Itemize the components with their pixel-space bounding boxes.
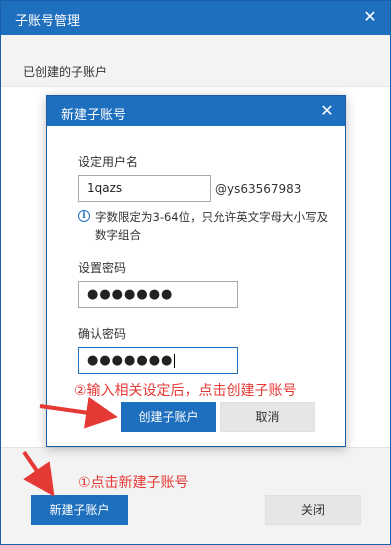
arrow-icon (39, 396, 118, 429)
arrow-icon (22, 450, 55, 497)
annotation-arrows (22, 396, 118, 497)
